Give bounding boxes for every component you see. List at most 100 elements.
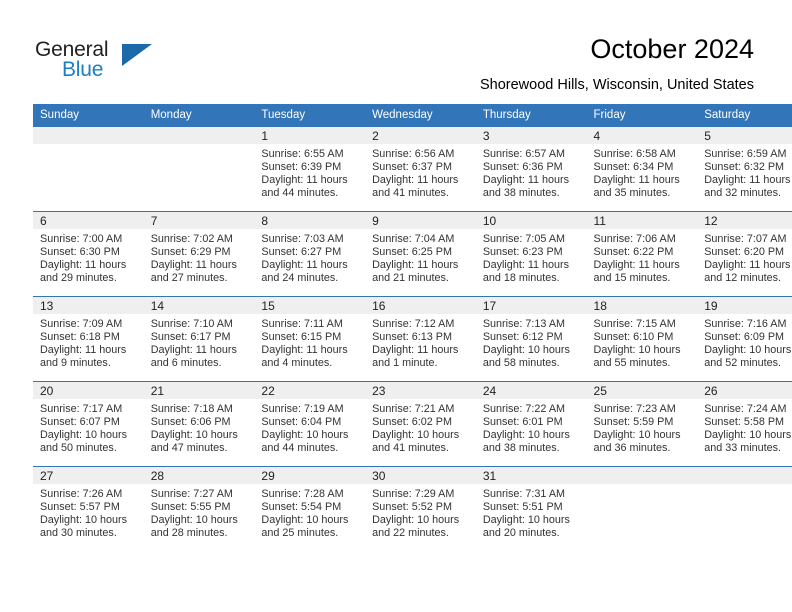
daylight-text-line1: Daylight: 10 hours bbox=[482, 428, 570, 441]
calendar-day-cell[interactable]: 25 Sunrise: 7:23 AM Sunset: 5:59 PM Dayligh… bbox=[586, 381, 698, 467]
calendar-day-cell[interactable]: 23 Sunrise: 7:21 AM Sunset: 6:02 PM Dayligh… bbox=[365, 381, 476, 467]
sunrise-text: Sunrise: 7:03 AM bbox=[261, 233, 344, 245]
calendar-day-cell[interactable]: 6 Sunrise: 7:00 AM Sunset: 6:30 PM Daylight… bbox=[33, 211, 144, 297]
day-number: 5 bbox=[697, 127, 792, 144]
daylight-text-line1: Daylight: 11 hours bbox=[150, 343, 237, 356]
daylight-text-line2: and 36 minutes. bbox=[593, 441, 671, 454]
calendar-day-cell[interactable]: 28 Sunrise: 7:27 AM Sunset: 5:55 PM Dayligh… bbox=[143, 466, 255, 551]
calendar-day-cell[interactable]: 20 Sunrise: 7:17 AM Sunset: 6:07 PM Dayligh… bbox=[33, 381, 144, 467]
calendar-day-cell[interactable]: 1 Sunrise: 6:55 AM Sunset: 6:39 PM Daylight… bbox=[254, 127, 366, 212]
day-details: Sunrise: 7:28 AM Sunset: 5:54 PM Daylight:… bbox=[254, 484, 365, 540]
day-cell-inner bbox=[33, 127, 144, 211]
day-number: 7 bbox=[143, 212, 255, 229]
calendar-day-cell[interactable]: 27 Sunrise: 7:26 AM Sunset: 5:57 PM Dayligh… bbox=[33, 466, 144, 551]
day-cell-inner: 15 Sunrise: 7:11 AM Sunset: 6:15 PM Dayligh… bbox=[254, 297, 366, 381]
day-number: 6 bbox=[33, 212, 144, 229]
day-cell-inner: 27 Sunrise: 7:26 AM Sunset: 5:57 PM Dayligh… bbox=[33, 467, 144, 551]
calendar-day-cell[interactable]: 11 Sunrise: 7:06 AM Sunset: 6:22 PM Dayligh… bbox=[586, 211, 698, 297]
calendar-day-cell[interactable]: 21 Sunrise: 7:18 AM Sunset: 6:06 PM Dayligh… bbox=[143, 381, 255, 467]
calendar-day-cell[interactable]: 29 Sunrise: 7:28 AM Sunset: 5:54 PM Dayligh… bbox=[254, 466, 366, 551]
calendar-day-cell[interactable]: 24 Sunrise: 7:22 AM Sunset: 6:01 PM Dayligh… bbox=[475, 381, 587, 467]
day-cell-inner: 20 Sunrise: 7:17 AM Sunset: 6:07 PM Dayligh… bbox=[33, 382, 144, 466]
calendar-day-cell[interactable]: 4 Sunrise: 6:58 AM Sunset: 6:34 PM Daylight… bbox=[586, 127, 698, 212]
sunrise-text: Sunrise: 7:02 AM bbox=[150, 233, 233, 245]
calendar-day-cell[interactable]: 3 Sunrise: 6:57 AM Sunset: 6:36 PM Daylight… bbox=[475, 127, 587, 212]
daylight-text-line2: and 35 minutes. bbox=[593, 186, 671, 199]
weekday-header-friday: Friday bbox=[586, 104, 698, 127]
sunrise-text: Sunrise: 7:06 AM bbox=[593, 233, 676, 245]
calendar-day-cell[interactable]: 8 Sunrise: 7:03 AM Sunset: 6:27 PM Daylight… bbox=[254, 211, 366, 297]
day-details: Sunrise: 7:29 AM Sunset: 5:52 PM Daylight:… bbox=[365, 484, 476, 540]
sunrise-text: Sunrise: 7:23 AM bbox=[593, 403, 676, 415]
day-number: 23 bbox=[365, 382, 476, 399]
daylight-text-line2: and 32 minutes. bbox=[704, 186, 782, 199]
sunset-text: Sunset: 5:54 PM bbox=[261, 500, 342, 513]
calendar-day-cell[interactable]: 12 Sunrise: 7:07 AM Sunset: 6:20 PM Dayligh… bbox=[697, 211, 792, 297]
day-cell-inner: 8 Sunrise: 7:03 AM Sunset: 6:27 PM Daylight… bbox=[254, 212, 366, 296]
daylight-text-line2: and 12 minutes. bbox=[704, 271, 782, 284]
calendar-day-cell-empty bbox=[143, 127, 255, 212]
calendar-day-cell[interactable]: 30 Sunrise: 7:29 AM Sunset: 5:52 PM Dayligh… bbox=[365, 466, 476, 551]
sunset-text: Sunset: 5:52 PM bbox=[372, 500, 452, 513]
weekday-header-monday: Monday bbox=[143, 104, 255, 127]
weekday-headers: Sunday Monday Tuesday Wednesday Thursday Frid… bbox=[33, 104, 792, 127]
calendar-day-cell[interactable]: 16 Sunrise: 7:12 AM Sunset: 6:13 PM Dayligh… bbox=[365, 296, 476, 382]
calendar-day-cell[interactable]: 17 Sunrise: 7:13 AM Sunset: 6:12 PM Dayligh… bbox=[475, 296, 587, 382]
day-cell-inner: 31 Sunrise: 7:31 AM Sunset: 5:51 PM Dayligh… bbox=[475, 467, 587, 551]
calendar-day-cell[interactable]: 14 Sunrise: 7:10 AM Sunset: 6:17 PM Dayligh… bbox=[143, 296, 255, 382]
daylight-text-line2: and 6 minutes. bbox=[150, 356, 222, 369]
day-details: Sunrise: 7:21 AM Sunset: 6:02 PM Daylight:… bbox=[365, 399, 476, 455]
day-number: 26 bbox=[697, 382, 792, 399]
calendar-day-cell[interactable]: 26 Sunrise: 7:24 AM Sunset: 5:58 PM Dayligh… bbox=[697, 381, 792, 467]
sunset-text: Sunset: 6:20 PM bbox=[704, 245, 785, 258]
calendar-day-cell[interactable]: 2 Sunrise: 6:56 AM Sunset: 6:37 PM Daylight… bbox=[365, 127, 476, 212]
calendar-day-cell[interactable]: 9 Sunrise: 7:04 AM Sunset: 6:25 PM Daylight… bbox=[365, 211, 476, 297]
sunset-text: Sunset: 6:39 PM bbox=[261, 160, 342, 173]
calendar-day-cell[interactable]: 18 Sunrise: 7:15 AM Sunset: 6:10 PM Dayligh… bbox=[586, 296, 698, 382]
sunrise-text: Sunrise: 7:28 AM bbox=[261, 488, 344, 500]
daylight-text-line1: Daylight: 11 hours bbox=[372, 258, 459, 271]
day-cell-inner: 25 Sunrise: 7:23 AM Sunset: 5:59 PM Dayligh… bbox=[586, 382, 698, 466]
day-details: Sunrise: 7:31 AM Sunset: 5:51 PM Daylight:… bbox=[476, 484, 587, 540]
sunset-text: Sunset: 6:15 PM bbox=[261, 330, 342, 343]
day-number: 28 bbox=[143, 467, 255, 484]
calendar-day-cell[interactable]: 31 Sunrise: 7:31 AM Sunset: 5:51 PM Dayligh… bbox=[475, 466, 587, 551]
calendar-day-cell[interactable]: 10 Sunrise: 7:05 AM Sunset: 6:23 PM Dayligh… bbox=[475, 211, 587, 297]
calendar-week-row: 20 Sunrise: 7:17 AM Sunset: 6:07 PM Dayligh… bbox=[33, 381, 792, 467]
sunrise-text: Sunrise: 6:57 AM bbox=[482, 148, 566, 160]
day-cell-inner bbox=[697, 467, 792, 551]
day-details: Sunrise: 7:07 AM Sunset: 6:20 PM Daylight:… bbox=[697, 229, 792, 285]
day-details: Sunrise: 7:09 AM Sunset: 6:18 PM Daylight:… bbox=[33, 314, 144, 370]
day-cell-inner: 26 Sunrise: 7:24 AM Sunset: 5:58 PM Dayligh… bbox=[697, 382, 792, 466]
daylight-text-line1: Daylight: 11 hours bbox=[40, 258, 127, 271]
daylight-text-line2: and 27 minutes. bbox=[150, 271, 228, 284]
day-details: Sunrise: 7:16 AM Sunset: 6:09 PM Daylight:… bbox=[697, 314, 792, 370]
calendar-day-cell[interactable]: 19 Sunrise: 7:16 AM Sunset: 6:09 PM Dayligh… bbox=[697, 296, 792, 382]
sunrise-text: Sunrise: 6:56 AM bbox=[372, 148, 455, 160]
daylight-text-line1: Daylight: 11 hours bbox=[261, 343, 348, 356]
weekday-header-saturday: Saturday bbox=[697, 104, 792, 127]
logo-text-blue: Blue bbox=[62, 58, 104, 81]
calendar-day-cell[interactable]: 22 Sunrise: 7:19 AM Sunset: 6:04 PM Dayligh… bbox=[254, 381, 366, 467]
daylight-text-line2: and 33 minutes. bbox=[704, 441, 782, 454]
daylight-text-line2: and 24 minutes. bbox=[261, 271, 339, 284]
day-cell-inner: 17 Sunrise: 7:13 AM Sunset: 6:12 PM Dayligh… bbox=[475, 297, 587, 381]
day-cell-inner: 10 Sunrise: 7:05 AM Sunset: 6:23 PM Dayligh… bbox=[475, 212, 587, 296]
day-cell-inner: 23 Sunrise: 7:21 AM Sunset: 6:02 PM Dayligh… bbox=[365, 382, 476, 466]
calendar-day-cell[interactable]: 15 Sunrise: 7:11 AM Sunset: 6:15 PM Dayligh… bbox=[254, 296, 366, 382]
sunrise-text: Sunrise: 7:15 AM bbox=[593, 318, 676, 330]
calendar-day-cell[interactable]: 5 Sunrise: 6:59 AM Sunset: 6:32 PM Daylight… bbox=[697, 127, 792, 212]
daylight-text-line1: Daylight: 11 hours bbox=[40, 343, 127, 356]
day-details: Sunrise: 7:27 AM Sunset: 5:55 PM Daylight:… bbox=[144, 484, 255, 540]
calendar-day-cell[interactable]: 13 Sunrise: 7:09 AM Sunset: 6:18 PM Dayligh… bbox=[33, 296, 144, 382]
daylight-text-line1: Daylight: 11 hours bbox=[704, 258, 791, 271]
daylight-text-line2: and 21 minutes. bbox=[372, 271, 449, 284]
daylight-text-line2: and 41 minutes. bbox=[372, 186, 449, 199]
day-cell-inner: 9 Sunrise: 7:04 AM Sunset: 6:25 PM Daylight… bbox=[365, 212, 476, 296]
day-number: 25 bbox=[586, 382, 698, 399]
calendar-day-cell[interactable]: 7 Sunrise: 7:02 AM Sunset: 6:29 PM Daylight… bbox=[143, 211, 255, 297]
general-blue-logo[interactable]: General Blue bbox=[35, 38, 155, 84]
weekday-header-tuesday: Tuesday bbox=[254, 104, 366, 127]
sunset-text: Sunset: 6:37 PM bbox=[372, 160, 452, 173]
daylight-text-line2: and 28 minutes. bbox=[150, 526, 228, 539]
